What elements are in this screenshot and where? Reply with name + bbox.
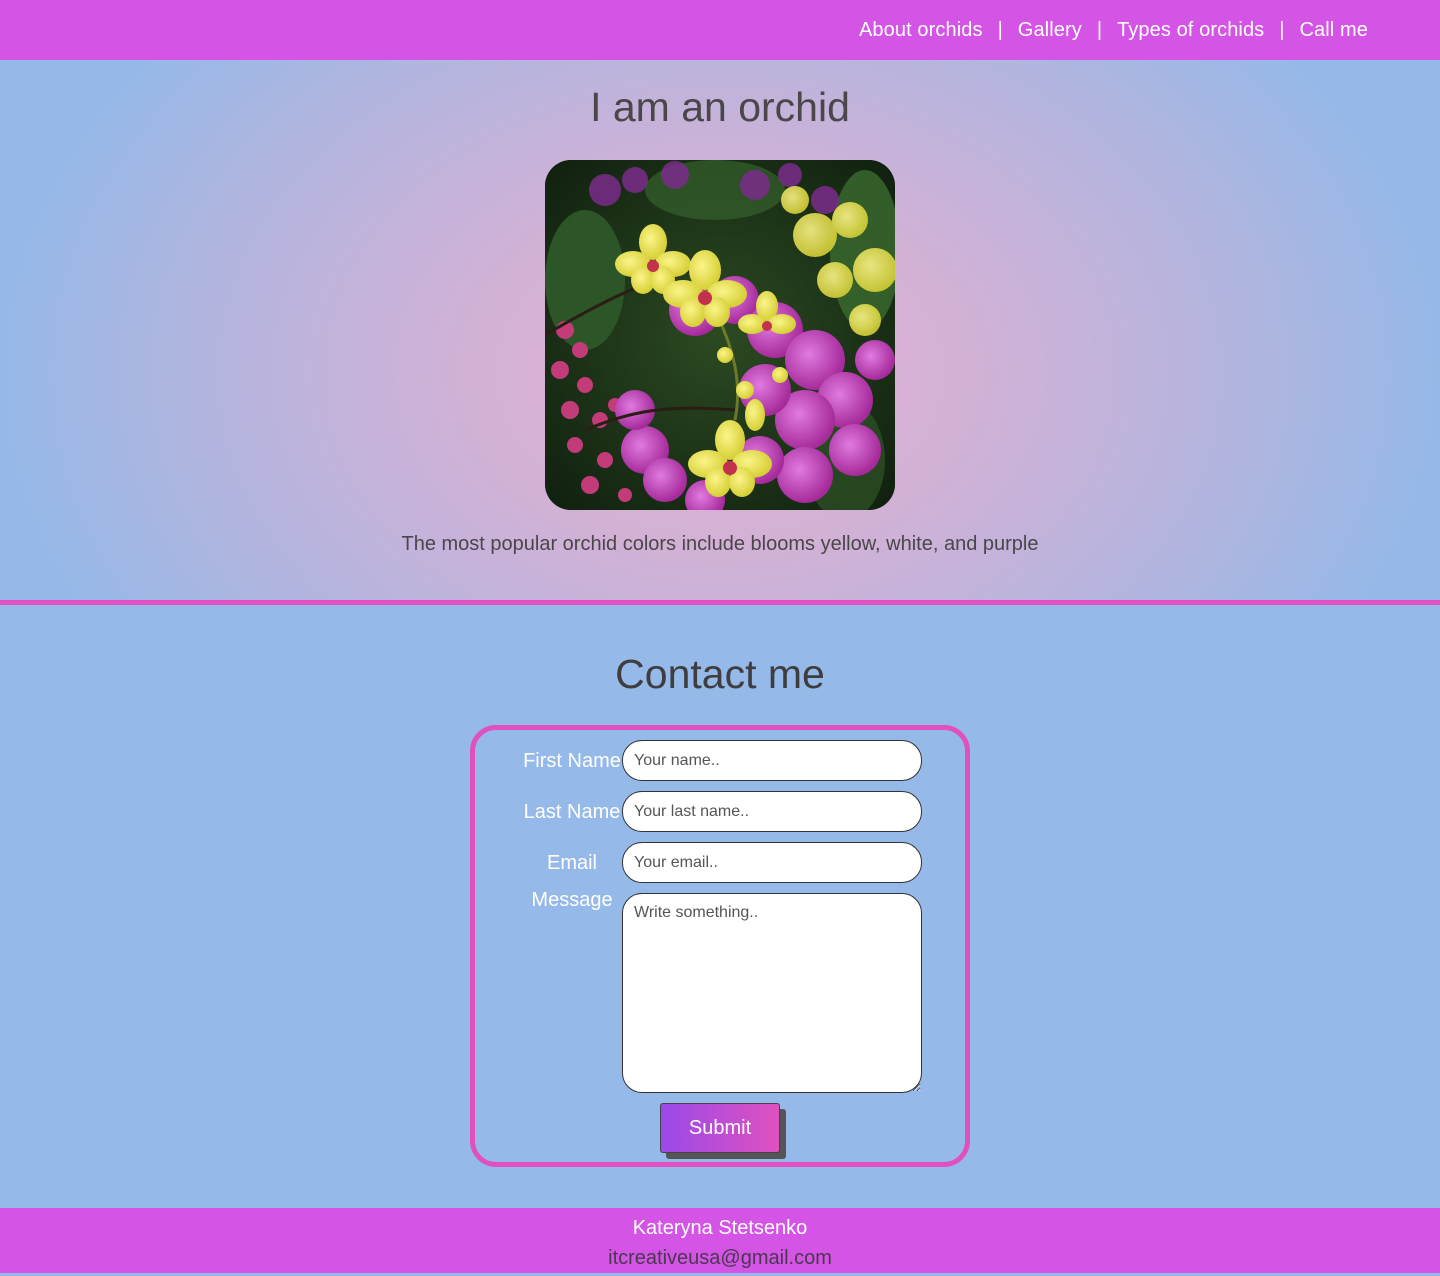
submit-button[interactable]: Submit (660, 1103, 780, 1153)
hero-section: I am an orchid The most popular orchid c… (0, 60, 1440, 600)
nav-link-gallery[interactable]: Gallery (1018, 19, 1082, 42)
photo-caption: The most popular orchid colors include b… (401, 533, 1039, 555)
message-textarea[interactable] (622, 893, 922, 1093)
nav-link-about-orchids[interactable]: About orchids (859, 19, 983, 42)
last-name-input[interactable] (622, 791, 922, 832)
footer: Kateryna Stetsenko itcreativeusa@gmail.c… (0, 1208, 1440, 1273)
nav-separator: | (1096, 18, 1103, 41)
nav-link-types-of-orchids[interactable]: Types of orchids (1117, 19, 1264, 42)
contact-title: Contact me (615, 651, 825, 697)
main-nav: About orchids | Gallery | Types of orchi… (859, 0, 1368, 60)
nav-link-call-me[interactable]: Call me (1300, 19, 1369, 42)
orchid-photo (545, 160, 895, 510)
page-title: I am an orchid (590, 84, 850, 130)
contact-section: Contact me First Name Last Name Email Me… (0, 605, 1440, 1208)
first-name-input[interactable] (622, 740, 922, 781)
footer-author-name: Kateryna Stetsenko (632, 1217, 808, 1239)
nav-separator: | (997, 18, 1003, 41)
nav-separator: | (1279, 18, 1285, 41)
footer-email[interactable]: itcreativeusa@gmail.com (0, 1240, 1440, 1276)
submit-wrapper: Submit (660, 1103, 786, 1159)
top-navigation-bar: About orchids | Gallery | Types of orchi… (0, 0, 1440, 60)
email-input[interactable] (622, 842, 922, 883)
contact-form: First Name Last Name Email Message Submi… (470, 725, 970, 1167)
